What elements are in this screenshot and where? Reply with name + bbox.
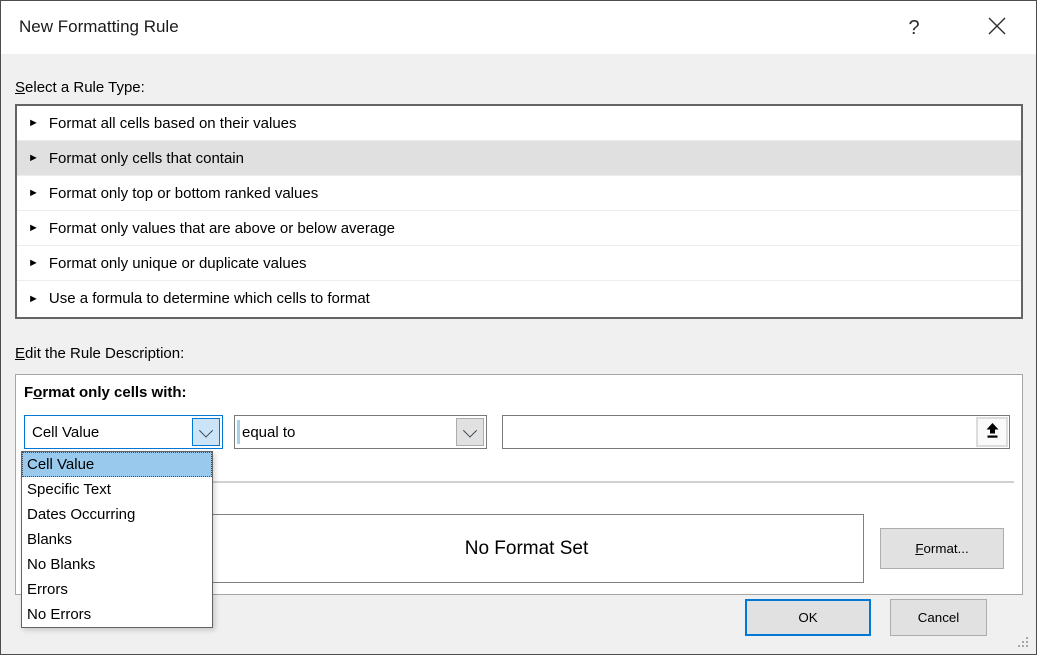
close-icon xyxy=(986,15,1008,41)
new-formatting-rule-dialog: New Formatting Rule ? Select a Rule Type… xyxy=(0,0,1037,655)
chevron-down-icon xyxy=(199,424,213,438)
cancel-button[interactable]: Cancel xyxy=(890,599,987,636)
chevron-down-icon xyxy=(463,424,477,438)
rule-type-item-label: Format only top or bottom ranked values xyxy=(49,185,318,202)
right-pointer-icon: ► xyxy=(28,117,39,129)
ok-button[interactable]: OK xyxy=(745,599,871,636)
right-pointer-icon: ► xyxy=(28,293,39,305)
rule-type-item-unique-duplicate[interactable]: ► Format only unique or duplicate values xyxy=(17,246,1021,281)
rule-description-label: Edit the Rule Description: xyxy=(15,345,184,362)
comparison-value-input[interactable] xyxy=(504,417,968,447)
right-pointer-icon: ► xyxy=(28,257,39,269)
format-only-cells-with-heading: Format only cells with: xyxy=(24,384,187,401)
operator-combobox-value: equal to xyxy=(235,424,295,441)
rule-type-item-above-below-average[interactable]: ► Format only values that are above or b… xyxy=(17,211,1021,246)
title-bar: New Formatting Rule ? xyxy=(1,1,1036,54)
rule-type-item-label: Format only cells that contain xyxy=(49,150,244,167)
collapse-dialog-up-arrow-icon xyxy=(984,422,1001,443)
rule-type-item-label: Format only unique or duplicate values xyxy=(49,255,307,272)
rule-type-item-cells-that-contain[interactable]: ► Format only cells that contain xyxy=(17,141,1021,176)
cell-value-combobox[interactable]: Cell Value xyxy=(24,415,223,449)
rule-type-label: Select a Rule Type: xyxy=(15,79,145,96)
resize-grip[interactable] xyxy=(1018,637,1030,649)
dropdown-option-errors[interactable]: Errors xyxy=(22,577,212,602)
dropdown-option-blanks[interactable]: Blanks xyxy=(22,527,212,552)
dropdown-option-dates-occurring[interactable]: Dates Occurring xyxy=(22,502,212,527)
rule-type-item-use-formula[interactable]: ► Use a formula to determine which cells… xyxy=(17,281,1021,316)
format-preview-box: No Format Set xyxy=(189,514,864,583)
right-pointer-icon: ► xyxy=(28,187,39,199)
rule-type-item-label: Use a formula to determine which cells t… xyxy=(49,290,370,307)
cell-value-dropdown-list: Cell Value Specific Text Dates Occurring… xyxy=(21,451,213,628)
rule-type-item-label: Format all cells based on their values xyxy=(49,115,297,132)
dropdown-option-specific-text[interactable]: Specific Text xyxy=(22,477,212,502)
rule-type-item-label: Format only values that are above or bel… xyxy=(49,220,395,237)
right-pointer-icon: ► xyxy=(28,152,39,164)
collapse-dialog-button[interactable] xyxy=(976,417,1008,447)
help-icon: ? xyxy=(908,17,919,40)
format-button[interactable]: Format... xyxy=(880,528,1004,569)
rule-type-item-top-bottom-ranked[interactable]: ► Format only top or bottom ranked value… xyxy=(17,176,1021,211)
right-pointer-icon: ► xyxy=(28,222,39,234)
text-caret xyxy=(237,420,240,444)
format-preview-text: No Format Set xyxy=(465,538,589,560)
rule-type-list: ► Format all cells based on their values… xyxy=(15,104,1023,319)
operator-combobox[interactable]: equal to xyxy=(234,415,487,449)
close-button[interactable] xyxy=(973,9,1021,47)
cell-value-combobox-value: Cell Value xyxy=(25,424,99,441)
dropdown-option-cell-value[interactable]: Cell Value xyxy=(22,452,212,477)
operator-combobox-dropdown-button[interactable] xyxy=(456,418,484,446)
dropdown-option-no-errors[interactable]: No Errors xyxy=(22,602,212,627)
dropdown-option-no-blanks[interactable]: No Blanks xyxy=(22,552,212,577)
help-button[interactable]: ? xyxy=(891,9,937,47)
cell-value-combobox-dropdown-button[interactable] xyxy=(192,418,220,446)
comparison-value-refedit xyxy=(502,415,1010,449)
dialog-title: New Formatting Rule xyxy=(19,17,179,37)
rule-type-item-format-all-cells[interactable]: ► Format all cells based on their values xyxy=(17,106,1021,141)
